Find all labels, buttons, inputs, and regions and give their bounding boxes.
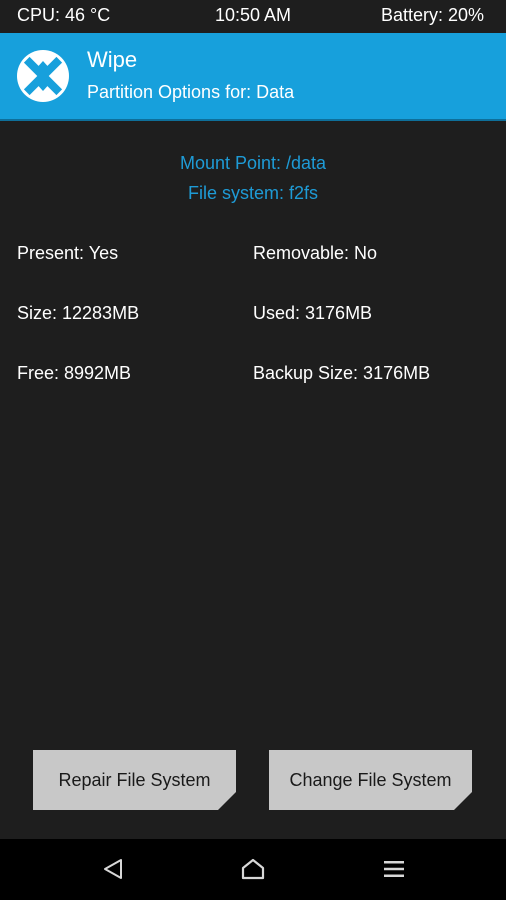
- twrp-logo-icon: [17, 50, 69, 102]
- partition-size: Size: 12283MB: [17, 303, 140, 323]
- back-triangle-icon: [104, 859, 122, 879]
- battery-level: Battery: 20%: [380, 5, 484, 25]
- status-bar: CPU: 46 °C 10:50 AM Battery: 20%: [0, 0, 506, 33]
- navigation-bar: [0, 839, 506, 900]
- page-title: Wipe: [87, 47, 138, 72]
- present-status: Present: Yes: [17, 243, 119, 263]
- page-subtitle: Partition Options for: Data: [87, 82, 295, 102]
- free-space: Free: 8992MB: [17, 363, 132, 383]
- menu-lines-icon: [384, 861, 404, 877]
- used-space: Used: 3176MB: [253, 303, 373, 323]
- removable-status: Removable: No: [253, 243, 378, 263]
- home-button[interactable]: [235, 853, 271, 885]
- header: Wipe Partition Options for: Data: [0, 33, 506, 119]
- menu-button[interactable]: [376, 853, 412, 885]
- twrp-wipe-partition-screen: CPU: 46 °C 10:50 AM Battery: 20% Wipe Pa…: [0, 0, 506, 900]
- mount-point: Mount Point: /data: [179, 153, 327, 173]
- back-button[interactable]: [95, 853, 131, 885]
- change-file-system-button[interactable]: Change File System: [269, 750, 472, 810]
- backup-size: Backup Size: 3176MB: [253, 363, 431, 383]
- file-system: File system: f2fs: [187, 183, 319, 203]
- home-icon: [241, 858, 265, 880]
- header-divider: [0, 119, 506, 121]
- repair-file-system-button[interactable]: Repair File System: [33, 750, 236, 810]
